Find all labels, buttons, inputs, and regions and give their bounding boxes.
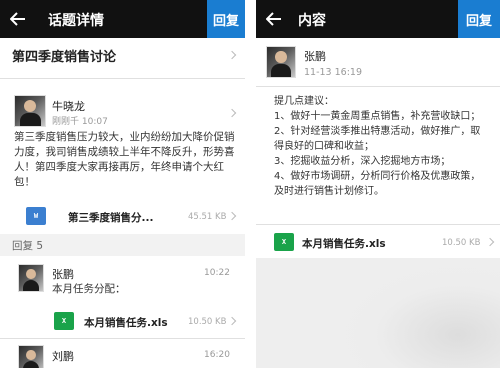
attachment-name: 第三季度销售分...: [68, 212, 154, 224]
page-title: 话题详情: [48, 13, 104, 29]
chevron-right-icon: [227, 108, 237, 118]
back-arrow-icon[interactable]: [6, 7, 30, 31]
reply-time: 10:22: [204, 268, 230, 278]
reply-author: 刘鹏: [52, 350, 74, 363]
post-body: 提几点建议： 1、做好十一黄金周重点销售，补充营收缺口； 2、针对经营淡季推出特…: [274, 94, 488, 199]
avatar[interactable]: [14, 95, 46, 127]
avatar[interactable]: [18, 345, 44, 368]
body-line: 3、挖掘收益分析，深入挖掘地方市场；: [274, 156, 451, 167]
word-file-icon: W: [26, 207, 46, 225]
post-card: 张鹏 11-13 16:19 提几点建议： 1、做好十一黄金周重点销售，补充营收…: [256, 38, 500, 258]
post-attachment[interactable]: W 第三季度销售分... 45.51 KB: [0, 203, 245, 229]
chevron-right-icon: [227, 316, 237, 326]
excel-file-icon: X: [274, 233, 294, 251]
body-line: 4、做好市场调研，分析同行价格及优惠政策，及时进行销售计划修订。: [274, 171, 481, 197]
chevron-right-icon: [485, 237, 495, 247]
attachment-size: 10.50 KB: [442, 238, 481, 248]
reply-time: 16:20: [204, 350, 230, 360]
page-title: 内容: [298, 13, 326, 29]
reply-text: 本月任务分配：: [52, 283, 126, 295]
blur-overlay: [330, 258, 500, 368]
post-time: 刚刚千 10:07: [52, 117, 108, 127]
body-line: 提几点建议：: [274, 96, 334, 107]
post-author: 张鹏: [304, 50, 326, 63]
divider: [0, 78, 245, 79]
reply-button[interactable]: 回复: [207, 0, 245, 38]
attachment-size: 45.51 KB: [188, 212, 227, 222]
reply-count-label: 回复 5: [12, 240, 44, 252]
divider: [256, 224, 500, 225]
top-bar: 内容 回复: [256, 0, 500, 38]
reply-button[interactable]: 回复: [458, 0, 500, 38]
attachment-size: 10.50 KB: [188, 317, 227, 327]
excel-file-icon: X: [54, 312, 74, 330]
reply-author: 张鹏: [52, 268, 74, 281]
post-body: 第三季度销售压力较大，业内纷纷加大降价促销力度，我司销售成绩较上半年不降反升，形…: [14, 131, 235, 188]
divider: [256, 86, 500, 87]
post-attachment[interactable]: X 本月销售任务.xls 10.50 KB: [256, 230, 500, 254]
chevron-right-icon: [227, 50, 237, 60]
avatar[interactable]: [18, 264, 44, 292]
reply-count-bar: 回复 5: [0, 234, 245, 256]
post-author: 牛晓龙: [52, 100, 85, 113]
attachment-name: 本月销售任务.xls: [302, 238, 386, 250]
avatar[interactable]: [266, 46, 296, 78]
back-arrow-icon[interactable]: [262, 7, 286, 31]
topic-title: 第四季度销售讨论: [12, 50, 117, 65]
post-time: 11-13 16:19: [304, 67, 363, 78]
top-bar: 话题详情 回复: [0, 0, 245, 38]
reply-attachment[interactable]: X 本月销售任务.xls 10.50 KB: [0, 308, 245, 334]
topic-detail-screen: 话题详情 回复 第四季度销售讨论 牛晓龙 刚刚千 10:07 第三季度销售压力较…: [0, 0, 245, 368]
attachment-name: 本月销售任务.xls: [84, 317, 168, 329]
body-line: 1、做好十一黄金周重点销售，补充营收缺口；: [274, 111, 481, 122]
chevron-right-icon: [227, 211, 237, 221]
divider: [0, 338, 245, 339]
body-line: 2、针对经营淡季推出特惠活动，做好推广，取得良好的口碑和收益；: [274, 126, 481, 152]
